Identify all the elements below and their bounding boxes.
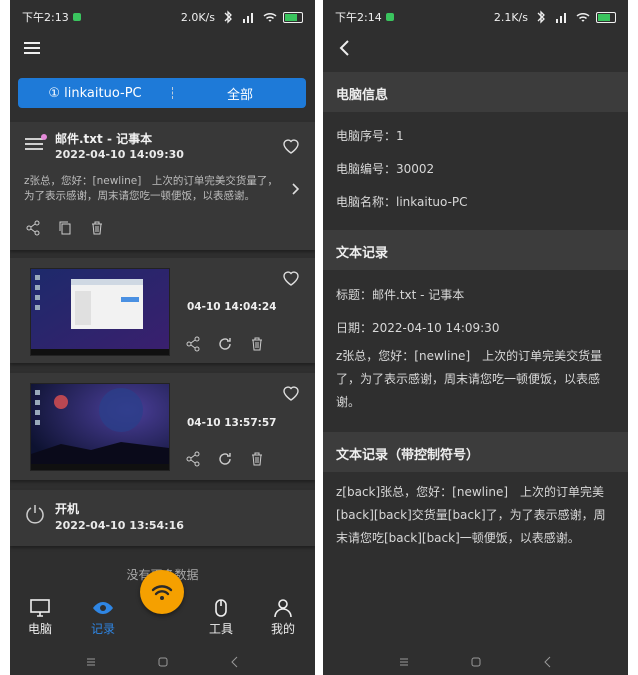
chevron-right-icon[interactable] <box>291 182 301 196</box>
menu-icon[interactable] <box>24 42 40 54</box>
record-time: 04-10 14:04:24 <box>187 301 277 313</box>
wifi-icon <box>151 585 173 600</box>
tab-all[interactable]: 全部 <box>174 84 306 103</box>
status-time: 下午2:14 <box>335 11 382 24</box>
signal-icon <box>243 13 253 23</box>
battery-icon <box>283 11 303 23</box>
pc-serial: 电脑序号：1 <box>336 129 404 143</box>
eye-icon <box>93 602 113 614</box>
back-arrow-icon[interactable] <box>335 38 355 58</box>
text-record-content: z张总，您好：[newline] 上次的订单完美交货量了，为了表示感谢，周末请您… <box>336 349 603 409</box>
copy-icon[interactable] <box>57 220 73 236</box>
heart-icon[interactable] <box>282 138 300 154</box>
connect-fab[interactable] <box>140 570 184 614</box>
wifi-icon <box>263 12 277 22</box>
text-record-ctrl-heading: 文本记录（带控制符号） <box>336 448 480 463</box>
nav-tools[interactable]: 工具 <box>201 598 241 637</box>
nav-computer-label: 电脑 <box>27 622 52 636</box>
pc-info-heading: 电脑信息 <box>336 88 389 103</box>
status-time: 下午2:13 <box>22 11 69 24</box>
pc-info-header: 电脑信息 <box>323 72 628 112</box>
system-nav-bar <box>10 649 315 675</box>
text-record-title: 标题：邮件.txt - 记事本 <box>336 288 465 302</box>
delete-icon[interactable] <box>249 451 265 467</box>
record-actions <box>185 336 265 352</box>
back-nav-icon[interactable] <box>227 654 243 670</box>
pc-name: 电脑名称：linkaituo-PC <box>336 195 468 209</box>
battery-icon <box>596 11 616 23</box>
signal-icon <box>556 13 566 23</box>
power-icon <box>26 505 44 524</box>
refresh-icon[interactable] <box>217 451 233 467</box>
share-icon[interactable] <box>185 336 201 352</box>
recent-apps-icon[interactable] <box>83 654 99 670</box>
nav-records-label: 记录 <box>90 622 115 636</box>
notepad-icon <box>25 134 47 150</box>
text-record-header: 文本记录 <box>323 230 628 270</box>
app-notification-icon <box>385 13 394 21</box>
bluetooth-icon <box>224 10 232 24</box>
nav-computer[interactable]: 电脑 <box>20 598 60 637</box>
tab-current-pc[interactable]: ① linkaituo-PC <box>18 86 172 101</box>
nav-mine[interactable]: 我的 <box>263 598 303 637</box>
wifi-icon <box>576 12 590 22</box>
monitor-icon <box>30 599 50 617</box>
pc-number: 电脑编号：30002 <box>336 162 435 176</box>
screenshot-thumbnail[interactable] <box>30 383 170 471</box>
network-speed: 2.1K/s <box>493 10 528 24</box>
screenshot-thumbnail[interactable] <box>30 268 170 356</box>
nav-records[interactable]: 记录 <box>83 598 123 637</box>
text-record-ctrl-header: 文本记录（带控制符号） <box>323 432 628 472</box>
delete-icon[interactable] <box>89 220 105 236</box>
text-record-card[interactable]: 邮件.txt - 记事本 2022-04-10 14:09:30 z张总，您好：… <box>10 122 315 250</box>
network-speed: 2.0K/s <box>180 10 215 24</box>
text-record-ctrl-content: z[back]张总，您好：[newline] 上次的订单完美[back][bac… <box>336 485 606 545</box>
back-nav-icon[interactable] <box>540 654 556 670</box>
delete-icon[interactable] <box>249 336 265 352</box>
record-title: 开机 <box>55 502 80 516</box>
record-time: 04-10 13:57:57 <box>187 417 277 429</box>
app-notification-icon <box>72 13 81 21</box>
refresh-icon[interactable] <box>217 336 233 352</box>
user-icon <box>274 599 292 618</box>
recent-apps-icon[interactable] <box>396 654 412 670</box>
heart-icon[interactable] <box>282 270 300 286</box>
screenshot-record-card[interactable]: 04-10 14:04:24 <box>10 258 315 363</box>
status-bar: 下午2:14 2.1K/s <box>323 0 628 34</box>
pc-filter-bar: ① linkaituo-PC 全部 <box>18 78 306 108</box>
heart-icon[interactable] <box>282 385 300 401</box>
share-icon[interactable] <box>185 451 201 467</box>
home-icon[interactable] <box>155 654 171 670</box>
text-record-heading: 文本记录 <box>336 246 389 261</box>
record-date: 2022-04-10 14:09:30 <box>55 148 184 161</box>
text-record-date: 日期：2022-04-10 14:09:30 <box>336 321 500 335</box>
record-actions <box>185 451 265 467</box>
home-icon[interactable] <box>468 654 484 670</box>
power-record-card[interactable]: 开机 2022-04-10 13:54:16 <box>10 490 315 546</box>
record-detail-screen: 下午2:14 2.1K/s 电脑信息 电脑序号：1 电脑编号：30002 电脑名… <box>323 0 628 675</box>
nav-mine-label: 我的 <box>270 622 295 636</box>
bluetooth-icon <box>537 10 545 24</box>
status-bar: 下午2:13 2.0K/s <box>10 0 315 34</box>
screenshot-record-card[interactable]: 04-10 13:57:57 <box>10 373 315 480</box>
mouse-icon <box>215 599 227 617</box>
share-icon[interactable] <box>25 220 41 236</box>
record-body: z张总，您好：[newline] 上次的订单完美交货量了，为了表示感谢，周末请您… <box>24 175 278 202</box>
records-screen: 下午2:13 2.0K/s ① linkaituo-PC 全部 邮件.txt -… <box>10 0 315 675</box>
nav-tools-label: 工具 <box>208 622 233 636</box>
record-title: 邮件.txt - 记事本 <box>55 132 153 146</box>
system-nav-bar <box>323 649 628 675</box>
record-actions <box>25 220 105 236</box>
record-date: 2022-04-10 13:54:16 <box>55 519 184 532</box>
